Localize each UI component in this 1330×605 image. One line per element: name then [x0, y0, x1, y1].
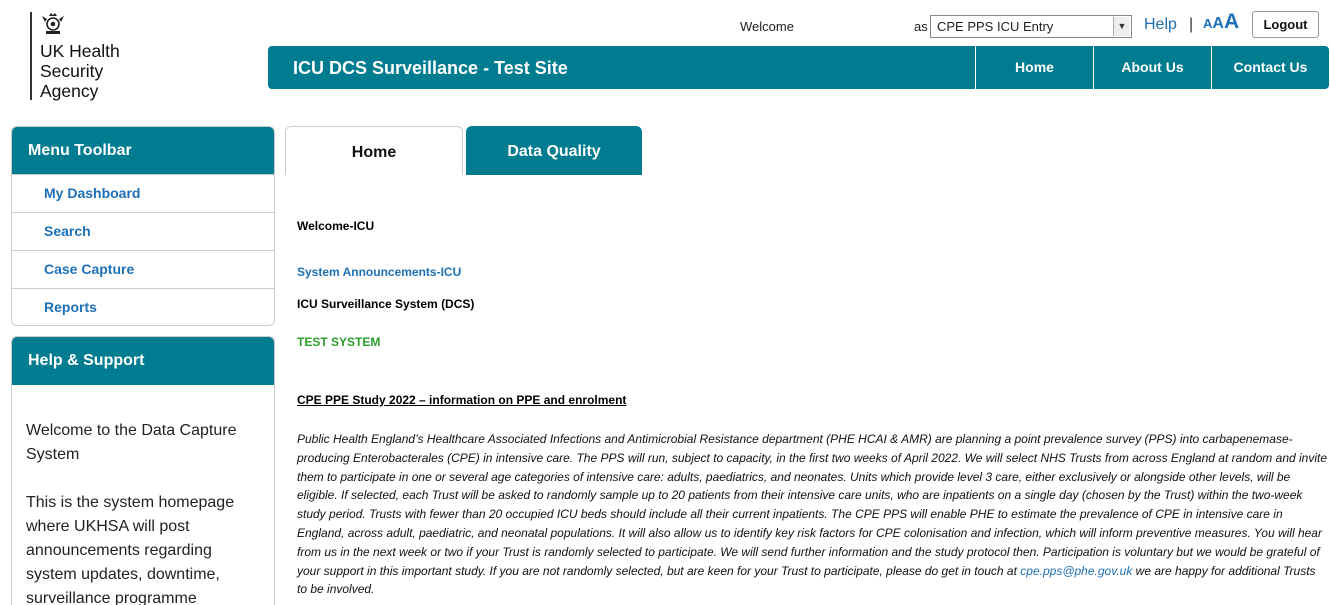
tab-data-quality[interactable]: Data Quality [466, 126, 642, 175]
study-body-text: Public Health England’s Healthcare Assoc… [297, 432, 1328, 578]
help-link[interactable]: Help [1144, 16, 1177, 34]
menu-item-reports[interactable]: Reports [12, 288, 274, 325]
dropdown-arrow-icon[interactable]: ▼ [1113, 17, 1130, 36]
font-size-small-button[interactable]: A [1203, 16, 1212, 31]
site-title: ICU DCS Surveillance - Test Site [293, 58, 568, 78]
help-support-title: Help & Support [12, 337, 274, 385]
logo-text: UK Health Security Agency [40, 41, 120, 101]
menu-toolbar-title: Menu Toolbar [12, 127, 274, 174]
help-welcome-text: Welcome to the Data Capture System [26, 422, 237, 463]
welcome-heading: Welcome-ICU [297, 219, 375, 233]
logout-button[interactable]: Logout [1252, 11, 1319, 38]
font-size-large-button[interactable]: A [1224, 10, 1239, 33]
role-select-value: CPE PPS ICU Entry [937, 19, 1054, 34]
menu-toolbar-panel: Menu Toolbar My Dashboard Search Case Ca… [11, 126, 275, 326]
nav-about-us[interactable]: About Us [1093, 46, 1211, 89]
test-system-label: TEST SYSTEM [297, 335, 381, 349]
study-information-text: Public Health England’s Healthcare Assoc… [297, 430, 1327, 599]
contact-email-link[interactable]: cpe.pps@phe.gov.uk [1020, 564, 1132, 578]
ukhsa-logo[interactable]: UK Health Security Agency [30, 12, 150, 101]
welcome-label: Welcome [740, 19, 794, 34]
nav-home[interactable]: Home [975, 46, 1093, 89]
menu-item-search[interactable]: Search [12, 212, 274, 250]
menu-item-my-dashboard[interactable]: My Dashboard [12, 174, 274, 212]
site-title-bar: ICU DCS Surveillance - Test Site Home Ab… [268, 46, 1329, 89]
font-size-medium-button[interactable]: A [1212, 15, 1224, 32]
system-announcements-link[interactable]: System Announcements-ICU [297, 265, 461, 279]
system-name: ICU Surveillance System (DCS) [297, 297, 475, 311]
help-support-panel: Help & Support Welcome to the Data Captu… [11, 336, 275, 605]
help-support-body: Welcome to the Data Capture System This … [12, 385, 274, 605]
header-separator: | [1189, 16, 1194, 33]
as-label: as [914, 19, 928, 34]
study-title: CPE PPE Study 2022 – information on PPE … [297, 393, 627, 407]
menu-item-case-capture[interactable]: Case Capture [12, 250, 274, 288]
nav-contact-us[interactable]: Contact Us [1211, 46, 1329, 89]
font-size-controls: AAA [1203, 10, 1239, 34]
help-description-text: This is the system homepage where UKHSA … [26, 494, 235, 605]
role-select[interactable]: CPE PPS ICU Entry ▼ [930, 15, 1132, 38]
tab-home[interactable]: Home [285, 126, 463, 175]
royal-crest-icon [42, 13, 64, 34]
